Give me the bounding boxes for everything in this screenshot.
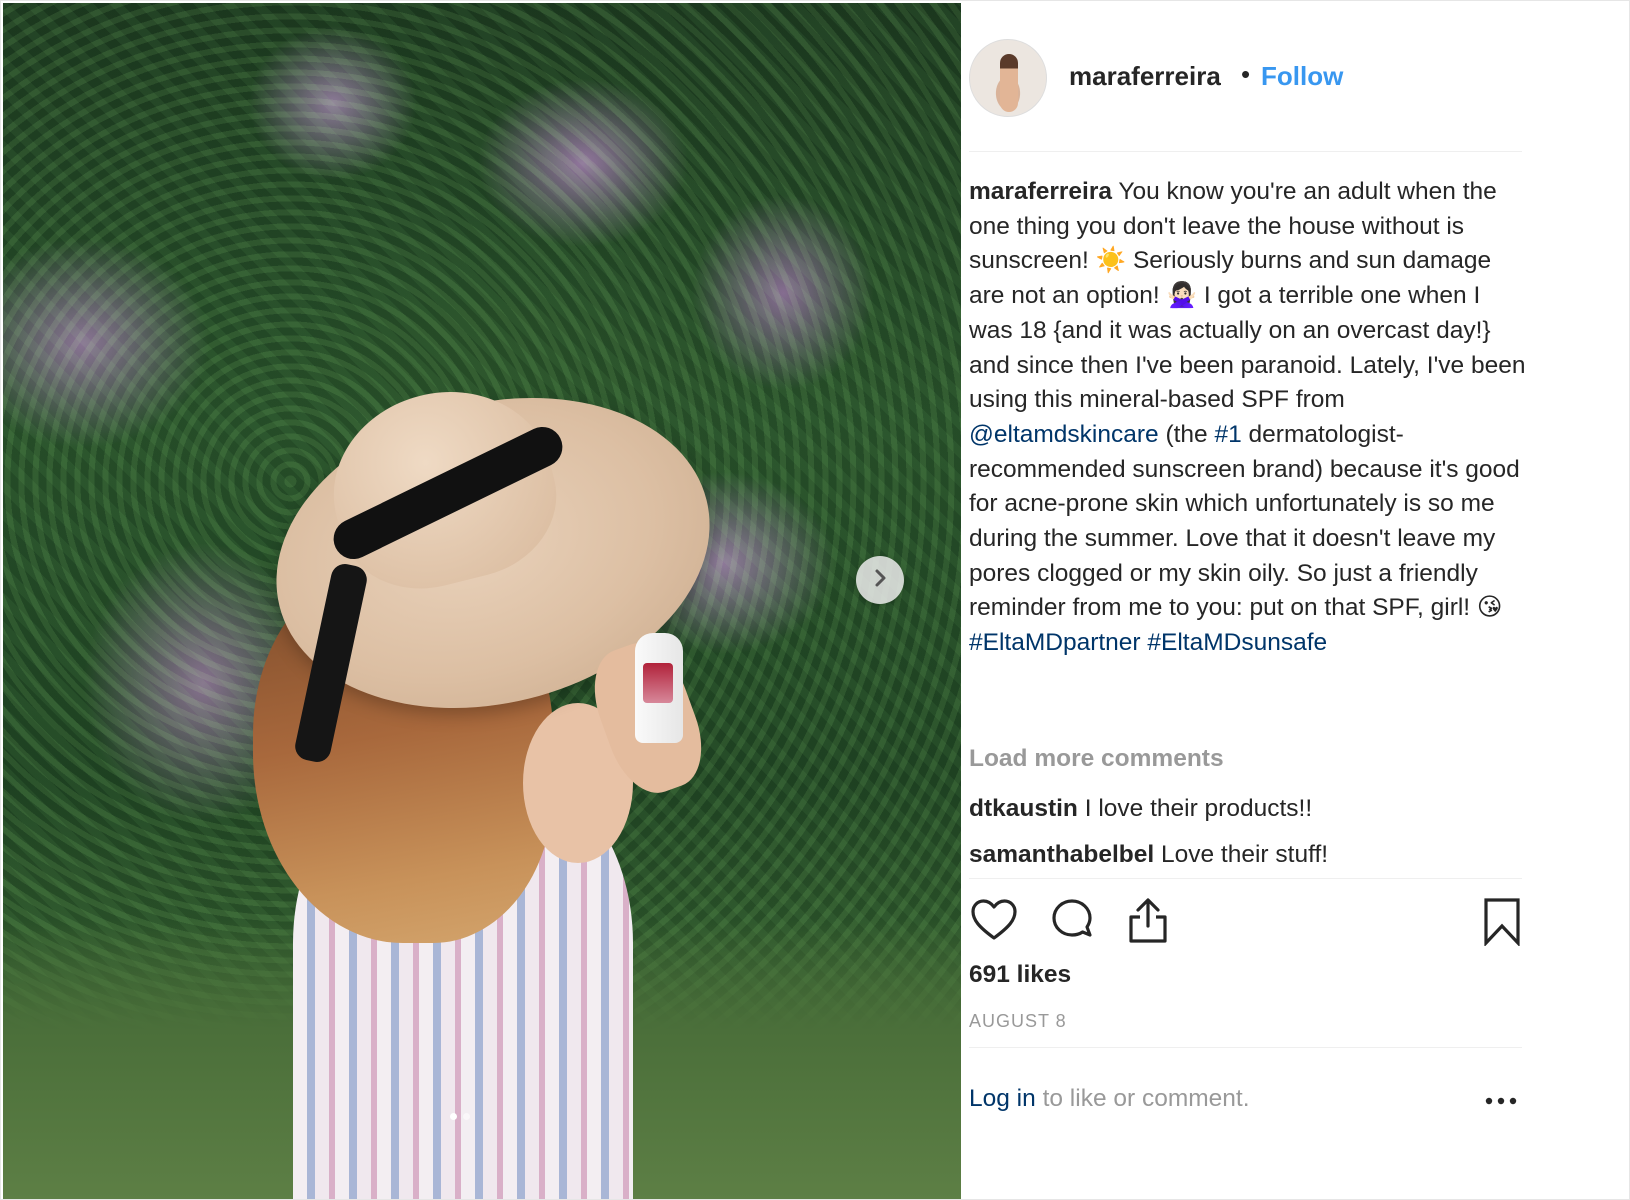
caption-hashtag-partner[interactable]: #EltaMDpartner [969, 629, 1141, 656]
share-upload-icon [1123, 898, 1173, 950]
follow-button[interactable]: Follow [1261, 61, 1343, 92]
caption-text-1: You know you're an adult when the one th… [969, 178, 1526, 414]
like-button[interactable] [969, 896, 1023, 950]
likes-count[interactable]: 691 likes [969, 961, 1071, 989]
save-button[interactable] [1477, 896, 1531, 950]
comment-button[interactable] [1047, 896, 1101, 950]
carousel-next-button[interactable] [856, 556, 904, 604]
post-container: maraferreira • Follow maraferreira You k… [0, 0, 1630, 1200]
more-options-button[interactable] [1483, 1087, 1519, 1115]
comment-text: Love their stuff! [1154, 841, 1329, 868]
footer-divider [969, 1047, 1522, 1048]
comment-item: samanthabelbel Love their stuff! [969, 841, 1328, 869]
action-bar [969, 896, 1525, 952]
carousel-dot-active [450, 1113, 457, 1120]
header-divider [969, 151, 1522, 152]
comment-item: dtkaustin I love their products!! [969, 795, 1312, 823]
heart-icon [969, 899, 1019, 950]
carousel-dot [463, 1113, 470, 1120]
caption-text-2: (the [1158, 420, 1215, 448]
login-prompt-text: to like or comment. [1035, 1085, 1250, 1112]
comment-bubble-icon [1047, 899, 1097, 950]
login-link[interactable]: Log in [969, 1085, 1036, 1112]
post-photo[interactable] [3, 3, 961, 1199]
caption-mention[interactable]: @eltamdskincare [969, 421, 1159, 448]
bookmark-icon [1477, 898, 1527, 950]
caption-username[interactable]: maraferreira [969, 178, 1112, 205]
share-button[interactable] [1123, 896, 1177, 950]
caption-text-3: dermatologist-recommended sunscreen bran… [969, 420, 1520, 622]
more-options-icon [1483, 1097, 1519, 1119]
separator-bullet: • [1241, 59, 1251, 89]
comments-divider [969, 878, 1522, 879]
post-header: maraferreira • Follow [963, 3, 1523, 153]
load-more-comments[interactable]: Load more comments [969, 745, 1224, 773]
comment-text: I love their products!! [1077, 795, 1313, 822]
comment-username[interactable]: dtkaustin [969, 795, 1078, 822]
chevron-right-icon [869, 567, 891, 594]
post-caption: maraferreira You know you're an adult wh… [969, 175, 1529, 661]
avatar[interactable] [969, 39, 1047, 117]
login-prompt: Log in to like or comment. [969, 1085, 1250, 1113]
carousel-indicator [450, 1113, 470, 1120]
comment-username[interactable]: samanthabelbel [969, 841, 1154, 868]
header-username[interactable]: maraferreira [1069, 61, 1221, 92]
post-side-panel: maraferreira • Follow maraferreira You k… [963, 3, 1629, 1199]
caption-hashtag-sunsafe[interactable]: #EltaMDsunsafe [1147, 629, 1327, 656]
caption-hashtag-number[interactable]: #1 [1214, 421, 1241, 448]
post-date[interactable]: AUGUST 8 [969, 1011, 1067, 1032]
bottle-label [643, 663, 673, 703]
